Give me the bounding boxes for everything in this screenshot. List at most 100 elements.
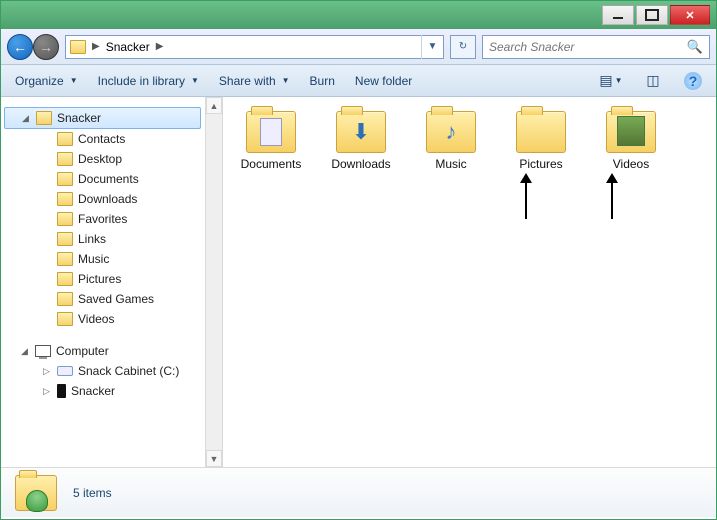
tree-node-drive[interactable]: ▷ Snack Cabinet (C:) xyxy=(1,361,204,381)
window-close-button[interactable]: ✕ xyxy=(670,5,710,25)
folder-label: Pictures xyxy=(519,157,562,171)
details-pane-folder-icon xyxy=(15,475,57,511)
folder-label: Documents xyxy=(241,157,302,171)
folder-icon xyxy=(57,312,73,326)
refresh-button[interactable]: ↻ xyxy=(450,35,476,59)
new-folder-label: New folder xyxy=(355,74,412,88)
folder-icon xyxy=(57,132,73,146)
tree-label: Computer xyxy=(56,344,109,358)
collapse-icon[interactable]: ◢ xyxy=(20,113,31,124)
back-button[interactable]: ← xyxy=(7,34,33,60)
expand-icon[interactable]: ▷ xyxy=(41,366,52,377)
search-icon: 🔍 xyxy=(687,39,703,55)
navigation-pane: ◢ Snacker Contacts Desktop Documents Downlo… xyxy=(1,97,223,467)
breadcrumb-item[interactable]: Snacker xyxy=(106,40,150,54)
tree-node[interactable]: Pictures xyxy=(1,269,204,289)
tree-label: Desktop xyxy=(78,152,122,166)
tree-label: Music xyxy=(78,252,109,266)
help-button[interactable]: ? xyxy=(684,72,702,90)
folder-icon xyxy=(516,111,566,153)
include-label: Include in library xyxy=(98,74,185,88)
sidebar-scrollbar[interactable]: ▲ ▼ xyxy=(205,97,222,467)
share-with-button[interactable]: Share with xyxy=(219,74,290,88)
details-pane-text: 5 items xyxy=(73,486,112,500)
folder-item[interactable]: Videos xyxy=(593,111,669,171)
tree-label: Saved Games xyxy=(78,292,154,306)
window-titlebar: ✕ xyxy=(1,1,716,29)
burn-button[interactable]: Burn xyxy=(310,74,335,88)
folder-label: Videos xyxy=(613,157,649,171)
annotation-arrow xyxy=(525,175,527,219)
preview-pane-button[interactable]: ◫ xyxy=(642,71,664,91)
tree-node[interactable]: Desktop xyxy=(1,149,204,169)
organize-button[interactable]: Organize xyxy=(15,74,78,88)
breadcrumb-separator-icon: ▶ xyxy=(156,41,164,52)
folder-item[interactable]: Documents xyxy=(233,111,309,171)
tree-node[interactable]: Contacts xyxy=(1,129,204,149)
tree-label: Documents xyxy=(78,172,139,186)
folder-item[interactable]: Pictures xyxy=(503,111,579,171)
breadcrumb-separator-icon: ▶ xyxy=(92,41,100,52)
folder-label: Downloads xyxy=(331,157,390,171)
address-bar[interactable]: ▶ Snacker ▶ ▼ xyxy=(65,35,444,59)
folder-icon xyxy=(36,111,52,125)
include-in-library-button[interactable]: Include in library xyxy=(98,74,199,88)
tree-node-device[interactable]: ▷ Snacker xyxy=(1,381,204,401)
share-label: Share with xyxy=(219,74,276,88)
tree-node[interactable]: Downloads xyxy=(1,189,204,209)
scroll-down-icon[interactable]: ▼ xyxy=(206,450,222,467)
tree-label: Snacker xyxy=(71,384,115,398)
drive-icon xyxy=(57,366,73,376)
navigation-bar: ← → ▶ Snacker ▶ ▼ ↻ 🔍 xyxy=(1,29,716,65)
video-overlay-icon xyxy=(617,116,645,146)
computer-icon xyxy=(35,345,51,357)
tree-label: Favorites xyxy=(78,212,127,226)
tree-node[interactable]: Videos xyxy=(1,309,204,329)
search-box[interactable]: 🔍 xyxy=(482,35,710,59)
window-minimize-button[interactable] xyxy=(602,5,634,25)
scroll-up-icon[interactable]: ▲ xyxy=(206,97,222,114)
tree-node-computer[interactable]: ◢ Computer xyxy=(1,341,204,361)
folder-icon xyxy=(57,232,73,246)
folder-item[interactable]: ♪Music xyxy=(413,111,489,171)
folder-icon xyxy=(57,292,73,306)
window-maximize-button[interactable] xyxy=(636,5,668,25)
tree-label: Snack Cabinet (C:) xyxy=(78,364,179,378)
folder-item[interactable]: ⬇ Downloads xyxy=(323,111,399,171)
document-overlay-icon xyxy=(260,118,282,146)
content-pane[interactable]: Documents ⬇ Downloads ♪Music Pictures Videos xyxy=(223,97,716,467)
folder-icon: ⬇ xyxy=(336,111,386,153)
tree-label: Links xyxy=(78,232,106,246)
folder-icon xyxy=(57,192,73,206)
folder-icon: ♪ xyxy=(426,111,476,153)
folder-icon xyxy=(57,212,73,226)
organize-label: Organize xyxy=(15,74,64,88)
address-dropdown-button[interactable]: ▼ xyxy=(421,35,443,59)
user-folder-icon xyxy=(70,40,86,54)
user-overlay-icon xyxy=(26,490,48,512)
tree-node[interactable]: Music xyxy=(1,249,204,269)
search-input[interactable] xyxy=(489,40,683,54)
expand-icon[interactable]: ▷ xyxy=(41,386,52,397)
folder-icon xyxy=(606,111,656,153)
tree-node[interactable]: Documents xyxy=(1,169,204,189)
tree-node[interactable]: Saved Games xyxy=(1,289,204,309)
view-options-button[interactable]: ▤▼ xyxy=(600,71,622,91)
tree-node[interactable]: Favorites xyxy=(1,209,204,229)
music-overlay-icon: ♪ xyxy=(446,119,457,145)
folder-tree: ◢ Snacker Contacts Desktop Documents Downlo… xyxy=(1,107,222,401)
tree-node[interactable]: Links xyxy=(1,229,204,249)
command-bar: Organize Include in library Share with B… xyxy=(1,65,716,97)
details-pane: 5 items xyxy=(1,467,716,517)
tree-label: Snacker xyxy=(57,111,101,125)
burn-label: Burn xyxy=(310,74,335,88)
tree-label: Videos xyxy=(78,312,114,326)
folder-icon xyxy=(57,172,73,186)
collapse-icon[interactable]: ◢ xyxy=(19,346,30,357)
new-folder-button[interactable]: New folder xyxy=(355,74,412,88)
folder-icon xyxy=(57,252,73,266)
tree-node-snacker[interactable]: ◢ Snacker xyxy=(4,107,201,129)
main-area: ◢ Snacker Contacts Desktop Documents Downlo… xyxy=(1,97,716,467)
forward-button[interactable]: → xyxy=(33,34,59,60)
folder-icon xyxy=(57,272,73,286)
